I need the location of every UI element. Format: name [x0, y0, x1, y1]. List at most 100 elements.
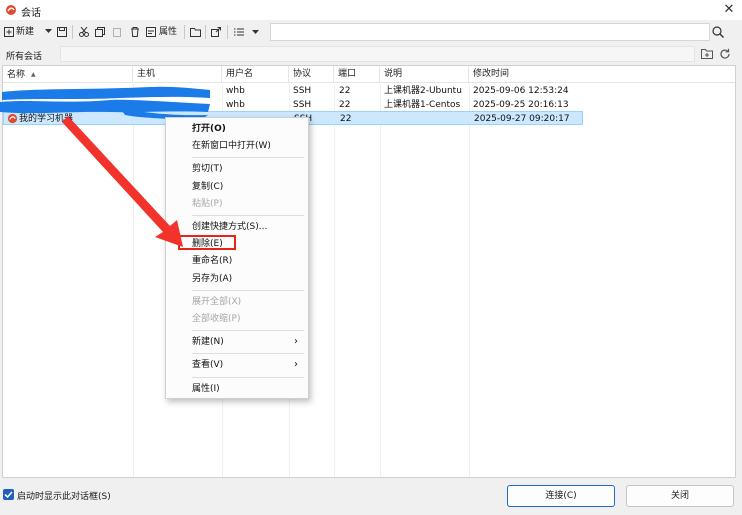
menu-item[interactable]: 打开(O): [166, 121, 308, 137]
column-header-label: 主机: [137, 69, 156, 79]
submenu-arrow-icon: ›: [294, 359, 298, 371]
startup-checkbox-label: 启动时显示此对话框(S): [17, 492, 111, 502]
new-session-button[interactable]: 新建: [4, 23, 44, 41]
row-description: 上课机器1-Centos: [384, 100, 461, 110]
app-logo-icon: [6, 5, 16, 15]
menu-item-label: 展开全部(X): [192, 296, 242, 307]
row-port: 22: [340, 114, 352, 124]
menu-item-label: 查看(V): [192, 360, 224, 371]
window-title: 会话: [21, 8, 41, 19]
properties-button[interactable]: 属性: [146, 23, 182, 41]
menu-item-label: 重命名(R): [192, 256, 233, 267]
column-header-label: 协议: [293, 69, 312, 79]
row-modified: 2025-09-25 20:16:13: [473, 100, 569, 110]
row-protocol: SSH: [293, 86, 312, 96]
menu-separator: [192, 157, 304, 159]
connect-button[interactable]: 连接(C): [507, 485, 615, 507]
close-button[interactable]: 关闭: [626, 485, 734, 507]
menu-item-label: 剪切(T): [192, 164, 223, 175]
delete-icon[interactable]: [130, 27, 140, 37]
menu-item-label: 创建快捷方式(S)...: [192, 222, 268, 232]
menu-item[interactable]: 查看(V) ›: [166, 357, 308, 373]
column-header-label: 说明: [384, 69, 403, 79]
column-header-modified[interactable]: 修改时间: [469, 66, 735, 83]
menu-separator: [192, 215, 304, 216]
cut-icon[interactable]: [79, 27, 89, 37]
menu-item-label: 粘贴(P): [192, 198, 223, 209]
menu-item[interactable]: 剪切(T): [166, 161, 308, 177]
menu-item[interactable]: 创建快捷方式(S)...: [166, 219, 308, 235]
submenu-arrow-icon: ›: [294, 336, 298, 348]
title-bar: 会话 ✕: [0, 0, 742, 20]
column-header-name[interactable]: 名称 ▲: [3, 66, 133, 83]
column-header-label: 用户名: [226, 69, 254, 79]
toolbar-divider: [184, 25, 185, 39]
column-header-label: 名称: [7, 70, 26, 80]
row-port: 22: [339, 100, 351, 110]
menu-item: 全部收缩(P): [166, 311, 308, 327]
startup-checkbox[interactable]: [3, 489, 14, 500]
toolbar-divider: [72, 25, 73, 39]
row-protocol: SSH: [293, 100, 312, 110]
new-dropdown-arrow-icon[interactable]: [45, 29, 52, 34]
new-session-icon: [4, 27, 14, 37]
export-icon[interactable]: [211, 27, 221, 37]
session-path-field[interactable]: [60, 46, 695, 62]
new-folder-icon[interactable]: [701, 48, 713, 59]
view-list-icon[interactable]: [234, 28, 244, 36]
context-menu: 打开(O) 在新窗口中打开(W) 剪切(T) 复制(C) 粘贴(P) 创建快捷方式(S).…: [165, 117, 309, 399]
row-username: whb: [226, 86, 245, 96]
all-sessions-label: 所有会话: [6, 52, 43, 62]
copy-icon[interactable]: [95, 27, 105, 37]
menu-separator: [192, 289, 304, 291]
sessions-path-bar: 所有会话: [0, 45, 742, 63]
menu-item: 展开全部(X): [166, 294, 308, 310]
menu-item[interactable]: 在新窗口中打开(W): [166, 138, 308, 154]
row-username: whb: [226, 100, 245, 110]
row-modified: 2025-09-27 09:20:17: [474, 114, 570, 124]
menu-item[interactable]: 属性(I): [166, 381, 308, 397]
redaction-scribble: [0, 86, 210, 120]
menu-item-label: 全部收缩(P): [192, 314, 241, 324]
column-divider: [380, 84, 381, 477]
menu-item-label: 在新窗口中打开(W): [192, 141, 271, 152]
menu-item[interactable]: 重命名(R): [166, 253, 308, 269]
menu-item-label: 新建(N): [192, 337, 224, 348]
column-header-username[interactable]: 用户名: [222, 66, 289, 83]
column-header-port[interactable]: 端口: [334, 66, 380, 83]
column-header-label: 端口: [338, 69, 357, 79]
close-window-button[interactable]: ✕: [720, 1, 738, 19]
search-input[interactable]: [270, 23, 710, 41]
list-header: 名称 ▲ 主机 用户名 协议 端口 说明 修改时间: [3, 66, 735, 83]
sessions-list[interactable]: 名称 ▲ 主机 用户名 协议 端口 说明 修改时间 whb SSH 22 上课机器…: [2, 65, 736, 478]
row-port: 22: [339, 86, 351, 96]
properties-label: 属性: [159, 27, 178, 37]
menu-item[interactable]: 复制(C): [166, 179, 308, 195]
menu-item-label: 打开(O): [192, 124, 226, 134]
refresh-icon[interactable]: [719, 48, 731, 60]
delete-highlight-box: [178, 235, 236, 250]
column-divider: [334, 84, 335, 477]
menu-item: 粘贴(P): [166, 196, 308, 212]
menu-item-label: 另存为(A): [192, 273, 233, 284]
save-icon[interactable]: [57, 27, 67, 37]
toolbar-divider: [205, 25, 206, 39]
column-header-host[interactable]: 主机: [133, 66, 222, 83]
column-divider: [469, 84, 470, 477]
toolbar-divider: [227, 25, 228, 39]
column-divider: [133, 84, 134, 477]
sort-ascending-icon: ▲: [31, 71, 36, 78]
column-header-protocol[interactable]: 协议: [289, 66, 334, 83]
menu-separator: [192, 376, 304, 378]
search-icon[interactable]: [711, 25, 725, 39]
menu-item[interactable]: 新建(N) ›: [166, 334, 308, 350]
row-description: 上课机器2-Ubuntu: [384, 86, 462, 96]
properties-icon: [146, 27, 156, 37]
menu-separator: [192, 330, 304, 332]
menu-separator: [192, 353, 304, 355]
view-dropdown-arrow-icon[interactable]: [252, 30, 259, 35]
checkmark-icon: [4, 491, 13, 499]
folder-icon[interactable]: [190, 27, 201, 37]
menu-item[interactable]: 另存为(A): [166, 271, 308, 287]
column-header-description[interactable]: 说明: [380, 66, 469, 83]
